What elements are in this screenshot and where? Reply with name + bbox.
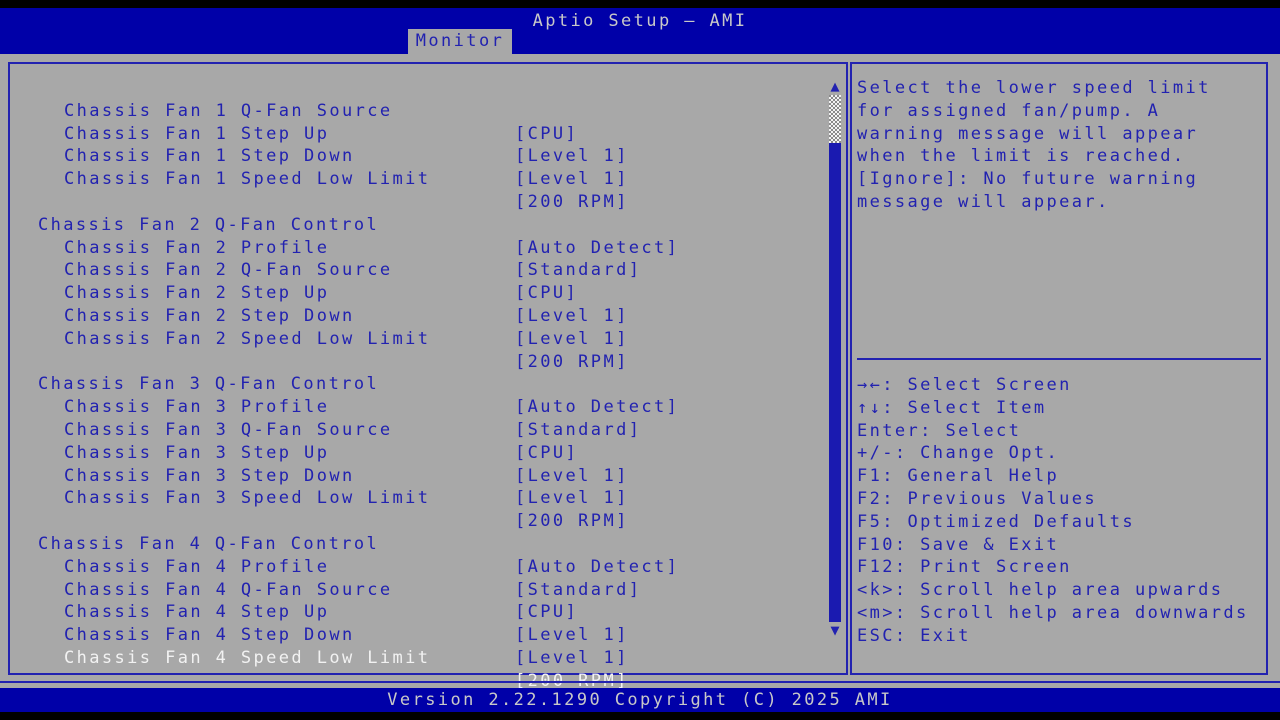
help-panel: Select the lower speed limitfor assigned… (850, 62, 1268, 675)
menu-item-row[interactable]: Chassis Fan 3 Step Up [Level 1] (10, 419, 846, 442)
menu-item-row[interactable]: Chassis Fan 1 Speed Low Limit [200 RPM] (10, 145, 846, 168)
hotkey-line: →←: Select Screen (857, 374, 1264, 397)
menu-item-row[interactable]: Chassis Fan 2 Step Up [Level 1] (10, 259, 846, 282)
scroll-up-icon[interactable]: ▲ (825, 78, 845, 94)
help-divider (857, 358, 1261, 360)
scrollbar-thumb[interactable] (829, 95, 841, 143)
item-label: Chassis Fan 4 Speed Low Limit (64, 647, 430, 670)
menu-item-row[interactable]: Chassis Fan 4 Step Down [Level 1] (10, 601, 846, 624)
hotkey-line: F12: Print Screen (857, 556, 1264, 579)
hotkey-line: <m>: Scroll help area downwards (857, 602, 1264, 625)
hotkey-line: +/-: Change Opt. (857, 442, 1264, 465)
item-value: [Level 1] (515, 487, 629, 510)
hotkey-line: ESC: Exit (857, 625, 1264, 648)
menu-item-row[interactable]: Chassis Fan 3 Step Down [Level 1] (10, 442, 846, 465)
bios-screen: Aptio Setup – AMI Monitor Chassis Fan 1 … (0, 0, 1280, 720)
help-text-line: warning message will appear (857, 123, 1262, 146)
item-value: [Level 1] (515, 647, 629, 670)
menu-item-row[interactable]: Chassis Fan 4 Speed Low Limit [200 RPM] (10, 624, 846, 647)
hotkey-line: <k>: Scroll help area upwards (857, 579, 1264, 602)
item-value: [Level 1] (515, 168, 629, 191)
help-text-line: when the limit is reached. (857, 145, 1262, 168)
menu-item-row[interactable]: Chassis Fan 2 Step Down [Level 1] (10, 282, 846, 305)
scrollbar[interactable]: ▲ ▼ (825, 64, 845, 673)
menu-item-row[interactable]: Chassis Fan 4 Profile [Standard] (10, 533, 846, 556)
item-label: Chassis Fan 2 Speed Low Limit (64, 328, 430, 351)
settings-panel: Chassis Fan 1 Q-Fan Source [CPU] Chassis… (8, 62, 848, 675)
menu-item-row[interactable]: Chassis Fan 2 Q-Fan Control [Auto Detect… (10, 191, 846, 214)
menu-item-row[interactable]: Chassis Fan 3 Q-Fan Source [CPU] (10, 396, 846, 419)
hotkey-line: F5: Optimized Defaults (857, 511, 1264, 534)
scroll-down-icon[interactable]: ▼ (825, 622, 845, 638)
header-bar: Aptio Setup – AMI (0, 8, 1280, 54)
menu-item-row[interactable]: Chassis Fan 3 Q-Fan Control [Auto Detect… (10, 351, 846, 374)
tab-monitor[interactable]: Monitor (408, 29, 512, 54)
hotkey-list: →←: Select Screen↑↓: Select ItemEnter: S… (857, 374, 1264, 648)
version-text: Version 2.22.1290 Copyright (C) 2025 AMI (387, 690, 892, 710)
menu-item-row[interactable]: Chassis Fan 2 Q-Fan Source [CPU] (10, 237, 846, 260)
hotkey-line: F1: General Help (857, 465, 1264, 488)
menu-item-row[interactable]: Chassis Fan 2 Profile [Standard] (10, 214, 846, 237)
menu-item-row[interactable]: Chassis Fan 2 Speed Low Limit [200 RPM] (10, 305, 846, 328)
footer-bar: Version 2.22.1290 Copyright (C) 2025 AMI (0, 688, 1280, 712)
menu-item-row[interactable]: Chassis Fan 3 Profile [Standard] (10, 373, 846, 396)
help-text-line: for assigned fan/pump. A (857, 100, 1262, 123)
menu-item-row[interactable]: Chassis Fan 4 Q-Fan Source [CPU] (10, 556, 846, 579)
menu-item-row[interactable]: Chassis Fan 4 Q-Fan Control [Auto Detect… (10, 510, 846, 533)
hotkey-line: ↑↓: Select Item (857, 397, 1264, 420)
help-text: Select the lower speed limitfor assigned… (857, 77, 1262, 214)
help-text-line: message will appear. (857, 191, 1262, 214)
menu-list: Chassis Fan 1 Q-Fan Source [CPU] Chassis… (10, 77, 846, 647)
item-value: [Level 1] (515, 328, 629, 351)
page-title: Aptio Setup – AMI (0, 8, 1280, 33)
scrollbar-track[interactable] (829, 143, 841, 622)
menu-item-row[interactable]: Chassis Fan 1 Q-Fan Source [CPU] (10, 77, 846, 100)
hotkey-line: Enter: Select (857, 420, 1264, 443)
hotkey-line: F2: Previous Values (857, 488, 1264, 511)
menu-item-row[interactable]: Chassis Fan 3 Speed Low Limit [200 RPM] (10, 465, 846, 488)
menu-item-row[interactable]: Chassis Fan 1 Step Down [Level 1] (10, 123, 846, 146)
footer-divider (0, 681, 1280, 683)
menu-item-row[interactable]: Chassis Fan 4 Step Up [Level 1] (10, 579, 846, 602)
help-text-line: Select the lower speed limit (857, 77, 1262, 100)
menu-item-row[interactable]: Chassis Fan 1 Step Up [Level 1] (10, 100, 846, 123)
help-text-line: [Ignore]: No future warning (857, 168, 1262, 191)
item-label: Chassis Fan 1 Speed Low Limit (64, 168, 430, 191)
item-label: Chassis Fan 3 Speed Low Limit (64, 487, 430, 510)
hotkey-line: F10: Save & Exit (857, 534, 1264, 557)
